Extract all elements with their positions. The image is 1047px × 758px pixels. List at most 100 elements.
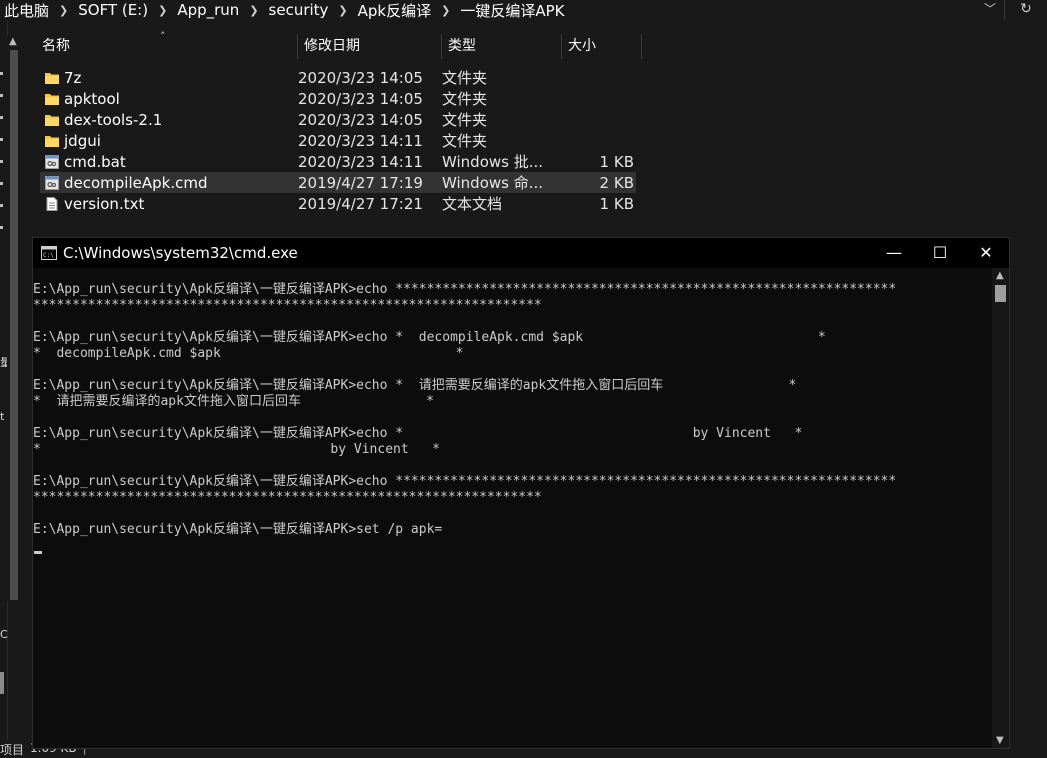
file-list-scrollbar[interactable]: ▲	[7, 36, 22, 601]
nav-expand-icon[interactable]	[0, 94, 3, 97]
cmd-app-icon: C:\	[41, 246, 57, 260]
file-date: 2019/4/27 17:19	[298, 173, 423, 192]
breadcrumb: 此电脑 ❯ SOFT (E:) ❯ App_run ❯ security ❯ A…	[0, 0, 565, 20]
close-button[interactable]: ✕	[963, 238, 1009, 268]
console-line: E:\App_run\security\Apk反编译\一键反编译APK>echo…	[33, 426, 803, 441]
nav-expand-icon[interactable]	[0, 204, 3, 207]
console-line: ****************************************…	[33, 490, 542, 505]
console-line: E:\App_run\security\Apk反编译\一键反编译APK>echo…	[33, 330, 826, 345]
file-row[interactable]: cmd.bat 2020/3/23 14:11 Windows 批... 1 KB	[40, 151, 636, 172]
console-line: E:\App_run\security\Apk反编译\一键反编译APK>echo…	[33, 474, 897, 489]
scrollbar-thumb[interactable]	[995, 285, 1006, 302]
file-name: jdgui	[64, 131, 101, 150]
file-name-cell[interactable]: version.txt	[40, 195, 298, 213]
file-name-cell[interactable]: dex-tools-2.1	[40, 111, 298, 129]
file-date: 2020/3/23 14:05	[298, 68, 423, 87]
chevron-right-icon[interactable]: ❯	[249, 4, 258, 17]
breadcrumb-app-run[interactable]: App_run	[177, 1, 239, 19]
refresh-icon[interactable]: ↻	[1004, 0, 1047, 20]
console-line: E:\App_run\security\Apk反编译\一键反编译APK>echo…	[33, 282, 897, 297]
nav-expand-icon[interactable]	[0, 138, 3, 141]
console-line: E:\App_run\security\Apk反编译\一键反编译APK>set …	[33, 522, 443, 537]
file-row[interactable]: apktool 2020/3/23 14:05 文件夹	[40, 88, 636, 109]
breadcrumb-security[interactable]: security	[269, 1, 329, 19]
file-name: 7z	[64, 68, 82, 87]
file-row[interactable]: dex-tools-2.1 2020/3/23 14:05 文件夹	[40, 109, 636, 130]
file-row[interactable]: decompileApk.cmd 2019/4/27 17:19 Windows 命…	[40, 172, 636, 193]
chevron-right-icon[interactable]: ❯	[158, 4, 167, 17]
scroll-up-icon[interactable]: ▲	[9, 36, 17, 47]
file-date: 2020/3/23 14:05	[298, 89, 423, 108]
file-name: dex-tools-2.1	[64, 110, 163, 129]
file-name: cmd.bat	[64, 152, 126, 171]
column-size[interactable]: 大小	[562, 34, 642, 59]
file-type: 文本文档	[442, 195, 503, 213]
file-row[interactable]: jdgui 2020/3/23 14:11 文件夹	[40, 130, 636, 151]
file-size: 1 KB	[599, 152, 634, 171]
file-name: decompileApk.cmd	[64, 173, 208, 192]
scrollbar-thumb[interactable]	[10, 50, 18, 600]
cmd-title: C:\Windows\system32\cmd.exe	[63, 244, 298, 262]
cmd-window[interactable]: C:\ C:\Windows\system32\cmd.exe — ☐ ✕ E:…	[32, 237, 1010, 749]
console-line: ****************************************…	[33, 298, 542, 313]
text-file-icon	[44, 196, 64, 211]
breadcrumb-apk-decompile[interactable]: Apk反编译	[358, 0, 431, 20]
nav-expand-icon[interactable]	[0, 116, 3, 119]
folder-icon	[44, 92, 64, 106]
nav-expand-icon[interactable]	[0, 72, 3, 75]
file-row[interactable]: version.txt 2019/4/27 17:21 文本文档 1 KB	[40, 193, 636, 214]
file-name-cell[interactable]: jdgui	[40, 132, 298, 150]
file-type: 文件夹	[442, 90, 488, 108]
sort-ascending-icon: ˄	[160, 30, 166, 43]
file-row[interactable]: 7z 2020/3/23 14:05 文件夹	[40, 67, 636, 88]
nav-partial-label[interactable]: t	[0, 410, 4, 423]
file-type: 文件夹	[442, 69, 488, 87]
chevron-down-icon[interactable]: ﹀	[979, 0, 1001, 20]
file-date: 2020/3/23 14:11	[298, 131, 423, 150]
file-size: 2 KB	[599, 173, 634, 192]
breadcrumb-this-pc[interactable]: 此电脑	[4, 0, 49, 20]
column-date[interactable]: 修改日期	[298, 34, 442, 59]
address-bar[interactable]: 此电脑 ❯ SOFT (E:) ❯ App_run ❯ security ❯ A…	[0, 0, 1047, 20]
chevron-right-icon[interactable]: ❯	[59, 4, 68, 17]
file-type: 文件夹	[442, 111, 488, 129]
file-name-cell[interactable]: decompileApk.cmd	[40, 174, 298, 192]
nav-expand-icon[interactable]	[0, 160, 3, 163]
file-name: version.txt	[64, 194, 145, 213]
file-name-cell[interactable]: 7z	[40, 69, 298, 87]
breadcrumb-current-folder[interactable]: 一键反编译APK	[460, 0, 564, 20]
maximize-button[interactable]: ☐	[917, 238, 963, 268]
file-size: 1 KB	[599, 194, 634, 213]
console-line: * 请把需要反编译的apk文件拖入窗口后回车 *	[33, 394, 435, 409]
column-header: ˄ 名称 修改日期 类型 大小	[36, 30, 642, 59]
column-type[interactable]: 类型	[442, 34, 562, 59]
console-scrollbar[interactable]: ▲ ▼	[992, 268, 1009, 748]
nav-expand-icon[interactable]	[0, 226, 3, 229]
nav-expand-icon[interactable]	[0, 182, 3, 185]
cmd-titlebar[interactable]: C:\ C:\Windows\system32\cmd.exe — ☐ ✕	[33, 238, 1009, 268]
console-output[interactable]: E:\App_run\security\Apk反编译\一键反编译APK>echo…	[33, 282, 993, 722]
nav-partial-label[interactable]: C	[0, 628, 8, 641]
console-line: * by Vincent *	[33, 442, 440, 457]
chevron-right-icon[interactable]: ❯	[441, 4, 450, 17]
file-name: apktool	[64, 89, 120, 108]
scroll-down-icon[interactable]: ▼	[996, 735, 1004, 746]
file-date: 2020/3/23 14:05	[298, 110, 423, 129]
file-type: Windows 命...	[442, 174, 544, 192]
file-date: 2019/4/27 17:21	[298, 194, 423, 213]
status-items: 项目	[0, 743, 25, 757]
svg-text:C:\: C:\	[43, 252, 54, 259]
folder-icon	[44, 71, 64, 85]
chevron-right-icon[interactable]: ❯	[338, 4, 347, 17]
file-name-cell[interactable]: apktool	[40, 90, 298, 108]
file-name-cell[interactable]: cmd.bat	[40, 153, 298, 171]
breadcrumb-drive[interactable]: SOFT (E:)	[78, 1, 148, 19]
minimize-button[interactable]: —	[871, 238, 917, 268]
column-name[interactable]: ˄ 名称	[36, 30, 298, 59]
scroll-up-icon[interactable]: ▲	[996, 270, 1004, 281]
